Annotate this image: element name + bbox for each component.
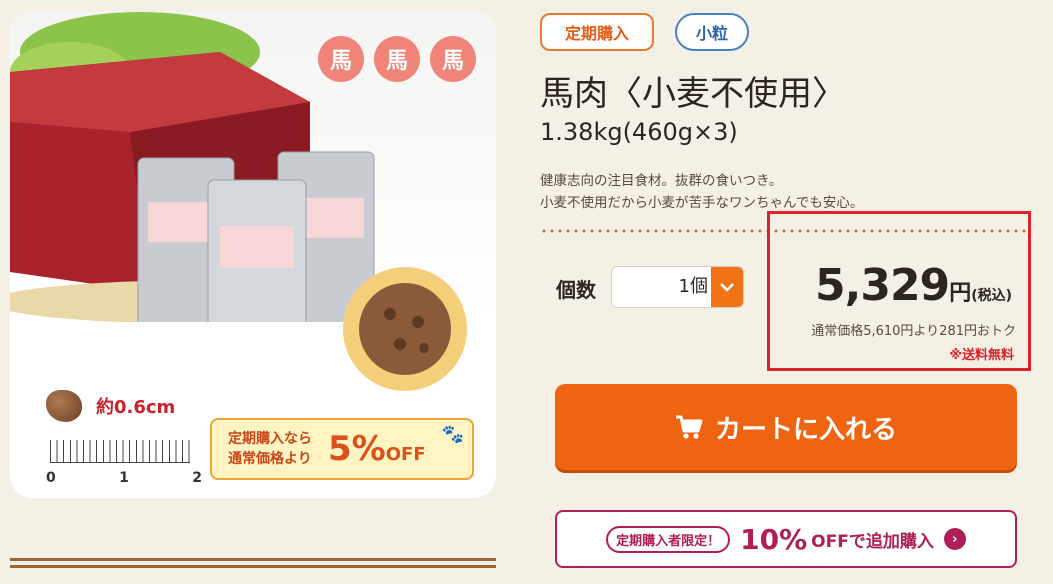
normal-price-note: 通常価格5,610円より281円おトク [811, 324, 1016, 339]
cart-icon [675, 415, 703, 439]
quantity-value: 1個 [678, 276, 708, 297]
quantity-select[interactable]: 1個 [611, 266, 744, 308]
price-yen: 円 [949, 281, 972, 306]
paw-icon: 🐾 [441, 424, 464, 445]
horse-badge: 馬 [430, 36, 476, 82]
small-grain-tag: 小粒 [675, 13, 749, 51]
ruler-number: 1 [119, 470, 129, 486]
promo-off: OFF [385, 444, 426, 465]
promo-text: 定期購入なら 通常価格より [228, 429, 312, 469]
add-to-cart-button[interactable]: カートに入れる [555, 384, 1017, 470]
kibble-bowl-illustration [343, 267, 467, 391]
kibble-size: 約0.6cm [46, 390, 175, 422]
subscription-tag: 定期購入 [540, 13, 654, 51]
price-tax-label: (税込) [971, 288, 1012, 304]
addon-text: OFFで追加購入 [811, 531, 934, 552]
free-shipping-note: ※送料無料 [949, 348, 1014, 363]
add-to-cart-label: カートに入れる [714, 414, 897, 445]
horse-badge: 馬 [374, 36, 420, 82]
ruler-icon [50, 440, 190, 463]
product-title: 馬肉〈小麦不使用〉 [540, 74, 846, 114]
price-box: 5,329円(税込) 通常価格5,610円より281円おトク ※送料無料 [767, 211, 1031, 371]
subscription-discount-promo: 定期購入なら 通常価格より 5%OFF 🐾 [210, 418, 474, 480]
kibble-size-label: 約0.6cm [96, 397, 176, 418]
ruler-number: 0 [46, 470, 56, 486]
product-description: 健康志向の注目食材。抜群の食いつき。 小麦不使用だから小麦が苦手なワンちゃんでも… [540, 170, 863, 214]
product-image-card: 馬 馬 馬 約0.6cm 0 1 2 定期購入なら 通常価格より 5%OFF 🐾 [10, 12, 496, 498]
kibble-icon [46, 390, 82, 422]
price: 5,329円(税込) [815, 260, 1012, 311]
section-divider [10, 558, 496, 568]
promo-line2: 通常価格より [228, 451, 312, 467]
subscriber-only-tag: 定期購入者限定！ [606, 525, 731, 553]
chevron-down-icon[interactable] [711, 267, 743, 307]
addon-percent: 10% [740, 522, 808, 556]
promo-line1: 定期購入なら [228, 431, 312, 447]
price-amount: 5,329 [815, 260, 950, 311]
product-weight: 1.38kg(460g×3) [540, 118, 738, 146]
chevron-right-icon: › [943, 528, 966, 550]
promo-percent: 5% [328, 429, 386, 469]
horse-badge: 馬 [318, 36, 364, 82]
horse-badges: 馬 馬 馬 [318, 36, 476, 82]
description-line: 健康志向の注目食材。抜群の食いつき。 [540, 173, 783, 189]
ruler-number: 2 [192, 470, 202, 486]
quantity-label: 個数 [556, 278, 596, 302]
subscriber-addon-purchase-button[interactable]: 定期購入者限定！ 10% OFFで追加購入 › [555, 510, 1017, 568]
ruler-numbers: 0 1 2 [46, 470, 202, 486]
promo-discount: 5%OFF [328, 429, 426, 469]
